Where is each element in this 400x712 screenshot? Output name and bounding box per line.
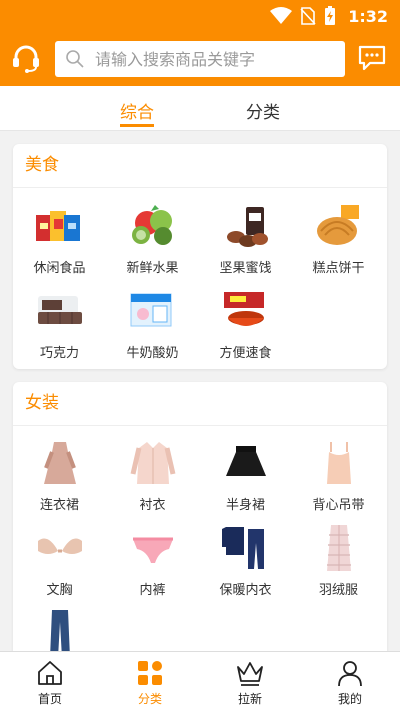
thermal-wear-icon: [221, 527, 264, 569]
category-card-food: 美食 休闲食品 新鲜水果 坚果蜜饯 糕点饼干 巧克力 牛奶酸奶 方便速食: [13, 144, 387, 369]
milk-icon: [130, 293, 171, 327]
category-item-skirt[interactable]: 半身裙: [199, 438, 292, 513]
message-icon[interactable]: [358, 44, 386, 72]
status-time: 1:32: [348, 6, 388, 26]
category-item-dress[interactable]: 连衣裙: [13, 438, 106, 513]
wifi-icon: [270, 7, 293, 24]
category-item-pastry[interactable]: 糕点饼干: [292, 201, 385, 276]
instant-food-icon: [223, 292, 264, 326]
bra-icon: [37, 538, 82, 554]
status-bar: 1:32: [0, 0, 400, 32]
nav-mine[interactable]: 我的: [300, 652, 400, 712]
no-sim-icon: [300, 7, 316, 25]
fruit-icon: [131, 205, 172, 245]
category-card-womens-clothing: 女装 连衣裙 衬衣 半身裙 背心吊带 文胸 内裤 保暖内衣 羽绒服: [13, 382, 387, 651]
top-tabs: 综合 分类: [0, 86, 400, 131]
pastry-icon: [316, 205, 359, 245]
crown-icon: [237, 662, 263, 686]
category-item-fresh-fruit[interactable]: 新鲜水果: [106, 201, 199, 276]
tab-comprehensive[interactable]: 综合: [120, 98, 154, 123]
nav-invite[interactable]: 拉新: [200, 652, 300, 712]
search-icon: [66, 50, 84, 68]
shirt-icon: [130, 442, 175, 484]
bottom-navigation: 首页 分类 拉新 我的: [0, 651, 400, 712]
chocolate-icon: [37, 296, 82, 324]
category-item-instant-food[interactable]: 方便速食: [199, 286, 292, 361]
category-item-bra[interactable]: 文胸: [13, 523, 106, 598]
customer-service-icon[interactable]: [10, 43, 42, 75]
category-item-down-jacket[interactable]: 羽绒服: [292, 523, 385, 598]
camisole-icon: [326, 442, 351, 484]
category-icon: [138, 661, 162, 685]
category-item-snacks[interactable]: 休闲食品: [13, 201, 106, 276]
home-icon: [38, 661, 62, 685]
category-item-nuts[interactable]: 坚果蜜饯: [199, 201, 292, 276]
category-item-shirt[interactable]: 衬衣: [106, 438, 199, 513]
battery-charging-icon: [325, 6, 336, 25]
tab-category[interactable]: 分类: [246, 98, 280, 123]
user-icon: [338, 661, 362, 687]
active-tab-indicator: [120, 124, 154, 127]
nav-home[interactable]: 首页: [0, 652, 100, 712]
section-title: 女装: [13, 382, 387, 426]
snacks-icon: [35, 211, 80, 241]
search-box[interactable]: [55, 41, 345, 77]
nav-category[interactable]: 分类: [100, 652, 200, 712]
skirt-icon: [225, 446, 266, 476]
section-title: 美食: [13, 144, 387, 188]
content-area[interactable]: 美食 休闲食品 新鲜水果 坚果蜜饯 糕点饼干 巧克力 牛奶酸奶 方便速食 女装 …: [0, 131, 400, 651]
down-jacket-icon: [326, 525, 351, 571]
category-item-jeans[interactable]: [13, 608, 106, 651]
category-item-thermal-wear[interactable]: 保暖内衣: [199, 523, 292, 598]
category-item-milk[interactable]: 牛奶酸奶: [106, 286, 199, 361]
header-bar: [0, 32, 400, 86]
underwear-icon: [132, 537, 173, 563]
category-item-chocolate[interactable]: 巧克力: [13, 286, 106, 361]
category-item-underwear[interactable]: 内裤: [106, 523, 199, 598]
jeans-icon: [49, 610, 70, 651]
category-item-camisole[interactable]: 背心吊带: [292, 438, 385, 513]
search-input[interactable]: [93, 48, 337, 70]
dress-icon: [43, 442, 76, 484]
nuts-icon: [226, 207, 268, 247]
